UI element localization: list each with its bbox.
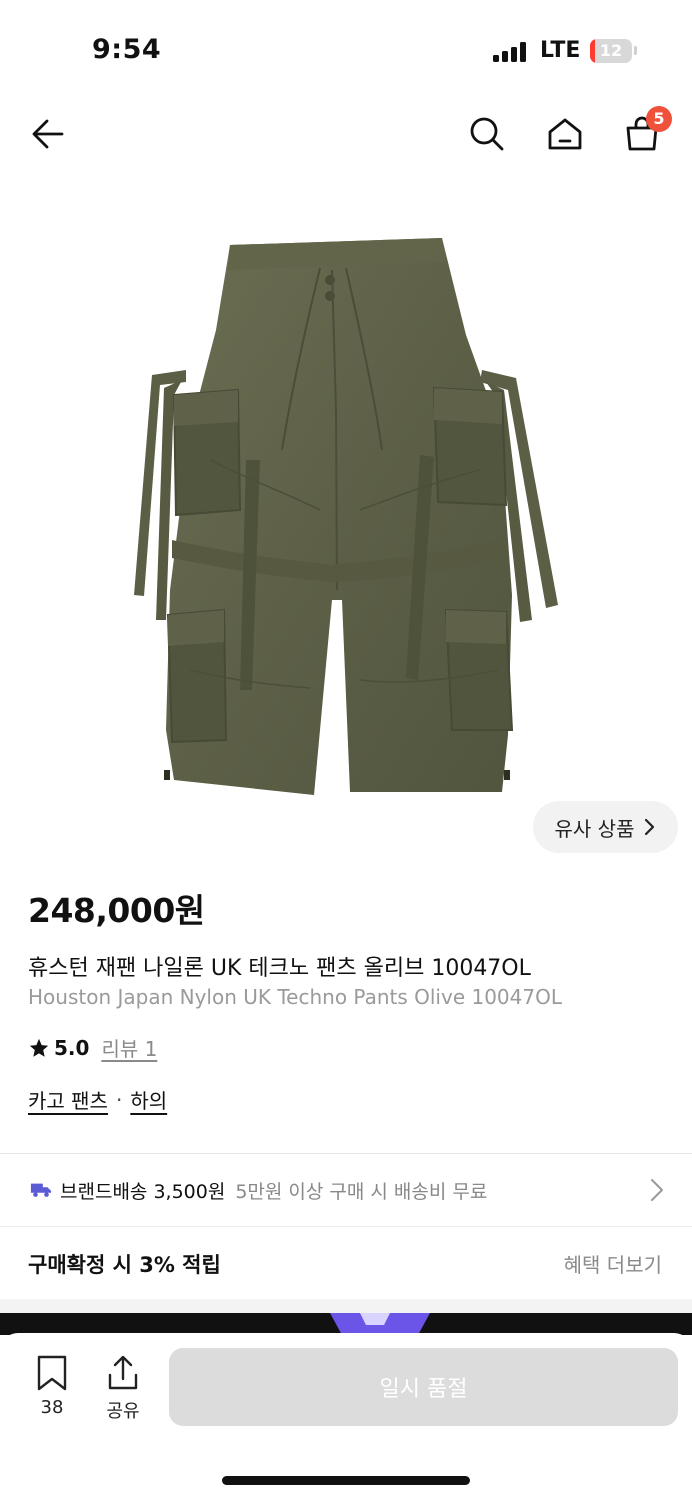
- cart-count-badge: 5: [646, 106, 672, 132]
- product-image[interactable]: [120, 210, 572, 810]
- promo-graphic: [330, 1313, 430, 1335]
- product-price: 248,000원: [28, 891, 205, 930]
- top-nav: 5: [0, 100, 692, 170]
- delivery-truck-icon: [30, 1183, 52, 1197]
- home-indicator: [222, 1476, 470, 1485]
- cart-icon[interactable]: 5: [620, 106, 672, 156]
- points-reward-text: 구매확정 시 3% 적립: [28, 1253, 221, 1277]
- back-arrow-icon[interactable]: [26, 112, 70, 156]
- more-benefits-link[interactable]: 혜택 더보기: [564, 1249, 662, 1278]
- similar-products-label: 유사 상품: [554, 816, 635, 841]
- status-time: 9:54: [92, 34, 162, 65]
- product-title-en: Houston Japan Nylon UK Techno Pants Oliv…: [28, 985, 562, 1009]
- review-count-link[interactable]: 리뷰 1: [101, 1033, 157, 1062]
- shipping-fee-label: 브랜드배송 3,500원: [60, 1180, 226, 1203]
- rating-row: 5.0 리뷰 1: [28, 1033, 157, 1062]
- product-title-ko: 휴스턴 재팬 나일론 UK 테크노 팬츠 올리브 10047OL: [28, 956, 531, 981]
- share-label: 공유: [106, 1401, 140, 1422]
- chevron-right-icon: [645, 818, 655, 836]
- network-type: LTE: [540, 38, 581, 63]
- category-breadcrumb: 카고 팬츠 · 하의: [28, 1085, 167, 1114]
- battery-cap: [634, 46, 637, 55]
- promo-banner-strip[interactable]: [0, 1313, 692, 1335]
- bookmark-icon: [37, 1355, 67, 1391]
- category-bottoms-link[interactable]: 하의: [130, 1085, 167, 1114]
- battery-icon: 12: [590, 39, 632, 63]
- free-shipping-note: 5만원 이상 구매 시 배송비 무료: [235, 1180, 488, 1203]
- bookmark-button[interactable]: 38: [22, 1355, 82, 1425]
- category-separator: ·: [115, 1087, 123, 1112]
- category-cargo-pants-link[interactable]: 카고 팬츠: [28, 1085, 108, 1114]
- bottom-action-bar: 38 공유 일시 품절: [0, 1333, 692, 1500]
- search-icon[interactable]: [465, 112, 509, 156]
- status-bar: 9:54 LTE 12: [0, 0, 692, 100]
- home-icon[interactable]: [543, 112, 587, 156]
- rating-score: 5.0: [54, 1035, 90, 1060]
- similar-products-button[interactable]: 유사 상품: [533, 801, 678, 853]
- star-icon: [29, 1038, 49, 1057]
- bookmark-count: 38: [40, 1397, 64, 1418]
- share-button[interactable]: 공유: [93, 1355, 153, 1425]
- shipping-info-row[interactable]: 브랜드배송 3,500원 5만원 이상 구매 시 배송비 무료: [0, 1154, 692, 1226]
- section-spacer: [0, 1299, 692, 1313]
- olive-cargo-pants-image: [134, 238, 558, 795]
- signal-strength-icon: [493, 42, 529, 62]
- benefit-row: 구매확정 시 3% 적립 혜택 더보기: [0, 1227, 692, 1299]
- chevron-right-icon: [651, 1179, 663, 1201]
- sold-out-button[interactable]: 일시 품절: [169, 1348, 678, 1426]
- battery-percent: 12: [599, 41, 623, 60]
- share-icon: [108, 1355, 138, 1390]
